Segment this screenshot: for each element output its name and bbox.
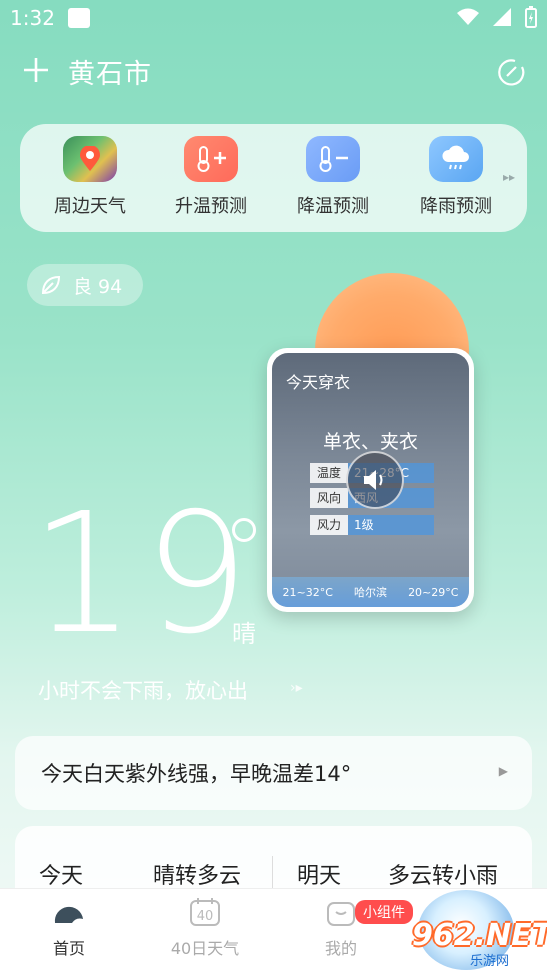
chevron-right-icon[interactable]: ›▸ (290, 680, 303, 696)
clothing-title: 今天穿衣 (286, 373, 351, 392)
today-condition: 晴转多云 (153, 864, 242, 889)
more-arrow-icon[interactable]: ▸▸ (503, 170, 515, 184)
aqi-label: 良 94 (73, 275, 123, 298)
speaker-icon[interactable] (346, 451, 404, 509)
shortcut-cooling-forecast[interactable]: 降温预测 (283, 136, 383, 218)
chevron-right-icon: ▶ (498, 764, 508, 778)
nav-home[interactable]: 首页 (24, 897, 114, 959)
thermometer-plus-icon (184, 136, 238, 182)
shortcut-card: 周边天气 升温预测 降温预测 降雨预测 ▸▸ (20, 124, 527, 232)
current-condition: 晴 (232, 620, 256, 648)
rain-message[interactable]: 小时不会下雨，放心出 (38, 675, 248, 705)
clothing-footer: 21~32°C 哈尔滨 20~29°C (272, 577, 469, 607)
status-time: 1:32 (10, 6, 55, 30)
rain-cloud-icon (429, 136, 483, 182)
shortcut-label: 降雨预测 (420, 196, 492, 217)
shortcut-rain-forecast[interactable]: 降雨预测 (406, 136, 506, 218)
svg-text:40: 40 (197, 909, 214, 924)
shortcut-label: 降温预测 (297, 196, 369, 217)
aqi-badge[interactable]: 良 94 (27, 264, 143, 306)
add-city-icon[interactable] (22, 56, 50, 84)
tomorrow-label: 明天 (297, 864, 342, 889)
uv-tip-card[interactable]: 今天白天紫外线强，早晚温差14° ▶ (15, 736, 532, 810)
clothing-row: 风力 1级 (310, 515, 434, 535)
current-temperature: 19 (30, 478, 258, 671)
shortcut-label: 周边天气 (54, 196, 126, 217)
widget-badge[interactable]: 小组件 (355, 900, 413, 924)
shortcut-nearby-weather[interactable]: 周边天气 (40, 136, 140, 218)
degree-icon (232, 518, 256, 542)
shortcut-label: 升温预测 (175, 196, 247, 217)
battery-icon (525, 6, 537, 28)
thermometer-minus-icon (306, 136, 360, 182)
refresh-icon[interactable] (495, 56, 527, 88)
divider (272, 856, 273, 890)
notification-icon (68, 8, 90, 28)
watermark-sub: 乐游网 (470, 954, 510, 969)
watermark-logo: 962.NET (412, 918, 547, 953)
calendar-40-icon: 40 (190, 898, 220, 926)
home-icon (54, 906, 83, 923)
signal-icon (493, 8, 511, 26)
nav-40day[interactable]: 40 40日天气 (160, 897, 250, 959)
leaf-icon (41, 275, 61, 295)
status-icons (457, 6, 537, 28)
profile-icon (327, 902, 355, 926)
city-name[interactable]: 黄石市 (68, 52, 152, 91)
wifi-icon (457, 8, 479, 25)
clothing-suggestion: 单衣、夹衣 (322, 431, 418, 453)
clothing-video-card[interactable]: 今天穿衣 单衣、夹衣 温度 21~28°C 风向 西风 风力 1级 21~32°… (267, 348, 474, 612)
today-label: 今天 (39, 864, 84, 889)
tomorrow-condition: 多云转小雨 (388, 864, 499, 889)
map-pin-icon (63, 136, 117, 182)
shortcut-warming-forecast[interactable]: 升温预测 (161, 136, 261, 218)
uv-tip-text: 今天白天紫外线强，早晚温差14° (41, 762, 352, 786)
